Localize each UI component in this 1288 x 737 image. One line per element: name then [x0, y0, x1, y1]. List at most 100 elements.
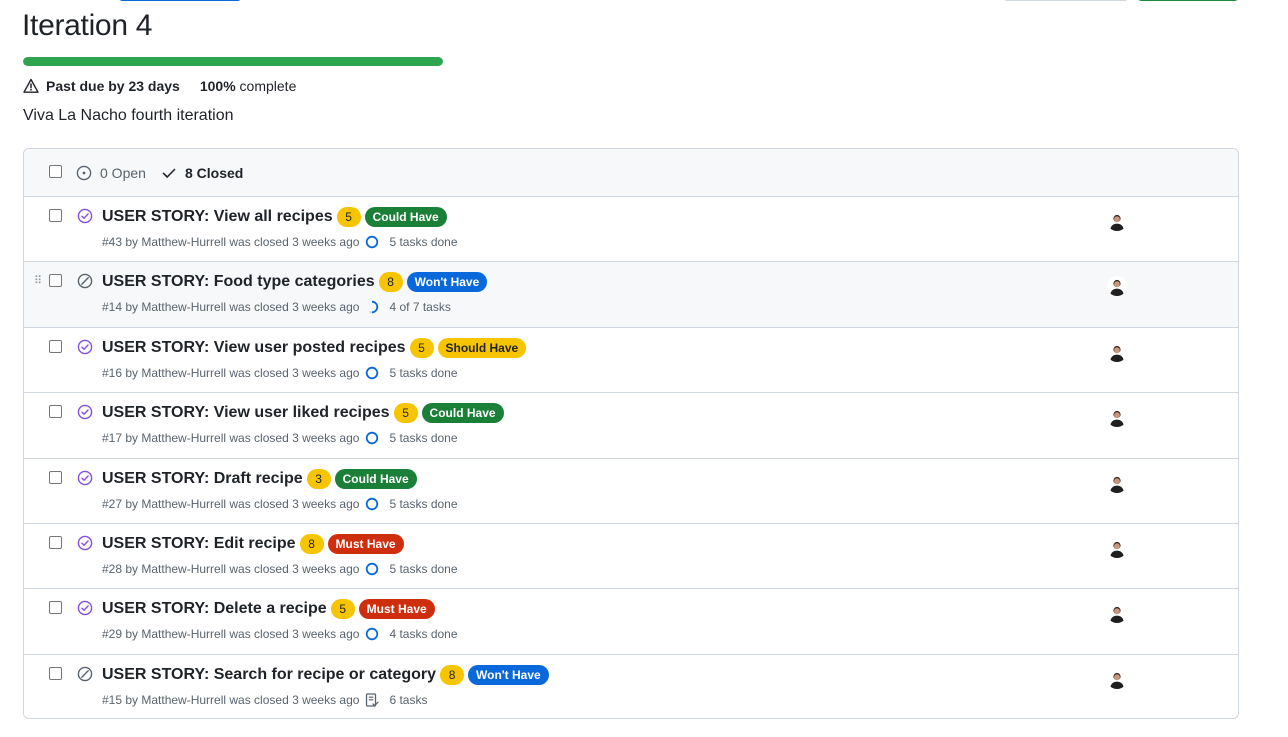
assignee-avatar[interactable]	[1107, 211, 1127, 231]
assignee-avatar[interactable]	[1107, 603, 1127, 624]
task-count: 5 tasks done	[389, 365, 458, 380]
closed-issues-tab[interactable]: 8 Closed	[161, 165, 243, 181]
top-primary-button[interactable]	[118, 0, 242, 1]
issue-row[interactable]: USER STORY: View user liked recipes 5 Coul…	[24, 393, 1238, 459]
issue-meta-text: #28 by Matthew-Hurrell was closed 3 week…	[102, 561, 360, 576]
select-all-checkbox[interactable]	[49, 165, 62, 178]
assignee-avatar[interactable]	[1107, 341, 1127, 362]
task-progress: 4 of 7 tasks	[365, 300, 451, 315]
task-count: 5 tasks done	[389, 561, 458, 576]
past-due-text: Past due by 23 days	[46, 78, 180, 94]
priority-label[interactable]: Could Have	[364, 207, 447, 227]
issue-meta: #29 by Matthew-Hurrell was closed 3 week…	[102, 627, 458, 641]
issue-meta-text: #17 by Matthew-Hurrell was closed 3 week…	[102, 431, 360, 446]
story-points-badge: 8	[299, 533, 324, 554]
priority-label[interactable]: Must Have	[327, 533, 404, 554]
issue-title-link[interactable]: USER STORY: Delete a recipe	[102, 600, 327, 618]
task-progress: 5 tasks done	[365, 431, 458, 445]
issue-title-link[interactable]: USER STORY: Search for recipe or categor…	[102, 666, 436, 684]
issue-row[interactable]: USER STORY: Draft recipe 3 Could Have #27 b…	[24, 458, 1238, 524]
issue-title-link[interactable]: USER STORY: View user posted recipes	[102, 339, 406, 357]
issue-title-link[interactable]: USER STORY: Draft recipe	[102, 470, 303, 488]
top-green-button[interactable]	[1137, 0, 1239, 1]
task-progress: 5 tasks done	[365, 235, 458, 249]
issues-list: 0 Open 8 Closed USER STORY: View all rec…	[23, 148, 1239, 719]
circle-icon	[365, 497, 384, 511]
circle-icon	[365, 431, 384, 445]
issue-row[interactable]: USER STORY: View user posted recipes 5 Sho…	[24, 327, 1238, 394]
issue-rows: USER STORY: View all recipes 5 Could Have #…	[24, 197, 1238, 718]
open-issues-label: 0 Open	[100, 165, 146, 181]
story-points-badge: 3	[306, 468, 331, 489]
assignee-avatar[interactable]	[1107, 276, 1127, 297]
closed-issues-label: 8 Closed	[185, 165, 244, 181]
task-count: 5 tasks done	[389, 496, 458, 511]
story-points-badge: 5	[409, 337, 434, 358]
assignee-avatar[interactable]	[1107, 407, 1127, 428]
issue-checkbox[interactable]	[49, 601, 62, 615]
drag-handle-icon[interactable]: ⠿	[34, 276, 42, 287]
priority-label[interactable]: Could Have	[334, 468, 417, 489]
issue-checkbox[interactable]	[49, 535, 62, 549]
issue-row[interactable]: USER STORY: View all recipes 5 Could Have #…	[24, 197, 1238, 263]
circle-icon	[365, 627, 384, 641]
issue-checkbox[interactable]	[49, 274, 62, 288]
top-secondary-button[interactable]	[1003, 0, 1129, 1]
issue-meta: #28 by Matthew-Hurrell was closed 3 week…	[102, 562, 458, 576]
issue-title-line: USER STORY: Edit recipe 8 Must Have	[102, 533, 404, 554]
issue-title-link[interactable]: USER STORY: Food type categories	[102, 273, 375, 291]
check-circle-icon	[77, 208, 93, 224]
task-progress: 6 tasks	[365, 693, 427, 707]
assignee-avatar[interactable]	[1107, 537, 1127, 558]
issue-title-link[interactable]: USER STORY: View all recipes	[102, 208, 333, 226]
circle-icon	[365, 366, 384, 380]
check-icon	[162, 168, 176, 178]
issue-checkbox[interactable]	[49, 666, 62, 680]
issue-checkbox[interactable]	[49, 339, 62, 353]
percent-value: 100%	[199, 78, 236, 94]
issue-row[interactable]: USER STORY: Search for recipe or categor…	[24, 654, 1238, 718]
issue-checkbox[interactable]	[49, 405, 62, 419]
milestone-meta: Past due by 23 days 100% complete	[23, 77, 296, 95]
issue-row[interactable]: ⠿ USER STORY: Food type categories 8 Won't …	[24, 262, 1238, 328]
task-progress: 5 tasks done	[365, 365, 458, 380]
issue-title-line: USER STORY: View all recipes 5 Could Have	[102, 207, 447, 227]
issue-meta: #27 by Matthew-Hurrell was closed 3 week…	[102, 497, 458, 511]
check-circle-icon	[77, 470, 93, 486]
issue-row[interactable]: USER STORY: Delete a recipe 5 Must Have #29…	[24, 589, 1238, 655]
assignee-avatar[interactable]	[1107, 472, 1127, 493]
percent-complete: 100% complete	[200, 78, 297, 94]
issue-checkbox[interactable]	[49, 470, 62, 484]
open-issues-tab[interactable]: 0 Open	[76, 165, 146, 181]
milestone-progress-bar	[23, 57, 443, 66]
milestone-description: Viva La Nacho fourth iteration	[23, 107, 234, 124]
priority-label[interactable]: Won't Have	[468, 664, 549, 685]
issue-checkbox[interactable]	[49, 209, 62, 222]
story-points-badge: 8	[378, 272, 403, 293]
issue-row[interactable]: USER STORY: Edit recipe 8 Must Have #28 by …	[24, 523, 1238, 590]
priority-label[interactable]: Could Have	[421, 403, 504, 424]
priority-label[interactable]: Must Have	[358, 599, 435, 620]
issue-title-link[interactable]: USER STORY: Edit recipe	[102, 535, 296, 553]
issue-meta-text: #29 by Matthew-Hurrell was closed 3 week…	[102, 627, 360, 642]
issue-meta-text: #14 by Matthew-Hurrell was closed 3 week…	[102, 300, 360, 315]
issue-title-line: USER STORY: Food type categories 8 Won't H…	[102, 272, 488, 293]
priority-label[interactable]: Won't Have	[406, 272, 488, 293]
issue-title-line: USER STORY: Draft recipe 3 Could Have	[102, 468, 417, 489]
assignee-avatar[interactable]	[1107, 668, 1127, 689]
issue-meta: #16 by Matthew-Hurrell was closed 3 week…	[102, 366, 458, 380]
story-points-badge: 8	[440, 664, 465, 685]
complete-label: complete	[239, 78, 297, 94]
progress-fill	[23, 57, 443, 66]
priority-label[interactable]: Should Have	[437, 337, 527, 358]
task-count: 4 of 7 tasks	[389, 300, 451, 315]
task-count: 4 tasks done	[389, 627, 458, 642]
task-count: 6 tasks	[389, 692, 428, 707]
issue-title-line: USER STORY: Delete a recipe 5 Must Have	[102, 599, 435, 620]
task-count: 5 tasks done	[389, 235, 458, 249]
issue-opened-icon	[76, 165, 92, 181]
story-points-badge: 5	[330, 599, 355, 620]
issue-title-link[interactable]: USER STORY: View user liked recipes	[102, 404, 390, 422]
check-circle-icon	[77, 404, 93, 420]
milestone-page: Iteration 4 Past due by 23 days 100% com…	[0, 0, 1288, 737]
